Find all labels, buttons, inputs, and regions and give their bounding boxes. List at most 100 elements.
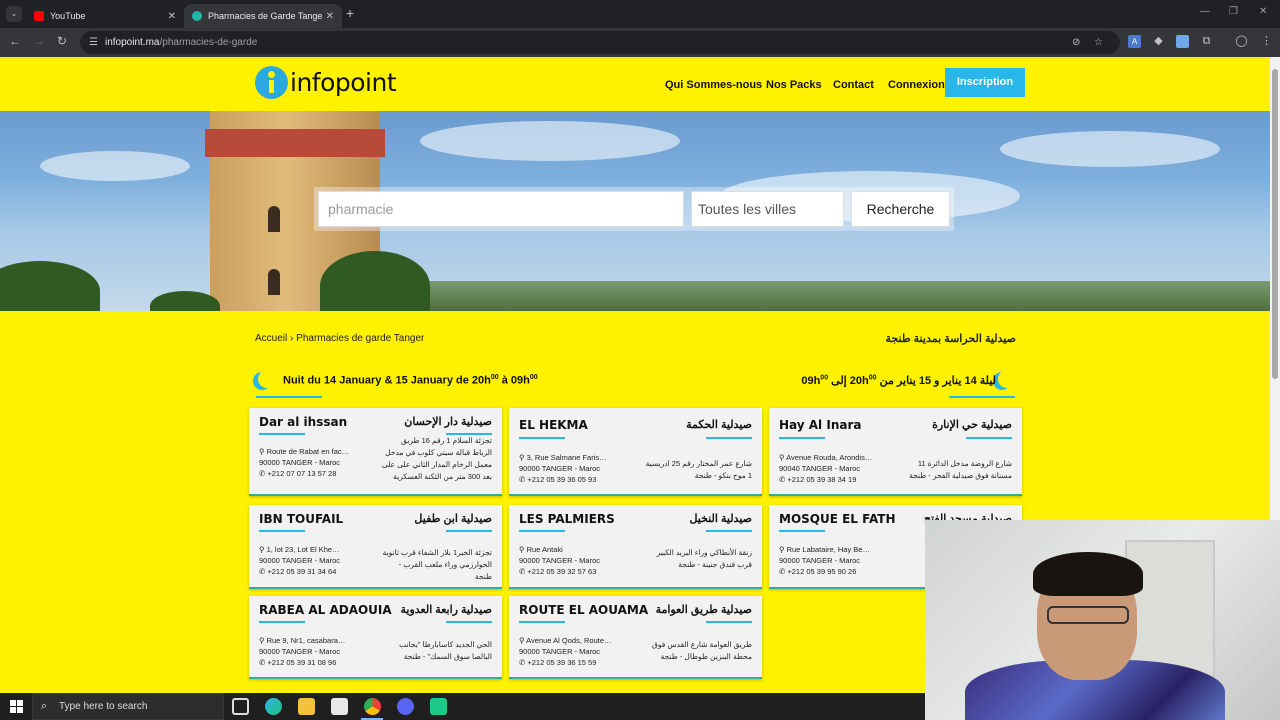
night-fr-sup: 00 (529, 374, 538, 381)
pharmacy-address: ⚲ 1, lot 23, Lot El Khe… 90000 TANGER - … (259, 544, 359, 577)
cloud-shape (420, 121, 680, 161)
address-line: 1, lot 23, Lot El Khe… (266, 545, 340, 554)
pharmacy-card[interactable]: IBN TOUFAIL صيدلية ابن طفيل ⚲ 1, lot 23,… (249, 505, 502, 589)
pharmacy-card[interactable]: ROUTE EL AOUAMA صيدلية طريق العوامة ⚲ Av… (509, 596, 762, 679)
card-bottom-border (249, 677, 502, 679)
pharmacy-card[interactable]: Hay Al Inara صيدلية حي الإنارة ⚲ Avenue … (769, 408, 1022, 496)
site-info-icon[interactable]: ☰ (89, 31, 98, 54)
bookmark-star-icon[interactable]: ☆ (1094, 31, 1103, 54)
pharmacy-address: ⚲ Rue Labataire, Hay Be… 90000 TANGER - … (779, 544, 879, 577)
close-window-icon[interactable]: ✕ (1259, 6, 1267, 17)
name-underline (259, 433, 305, 435)
nav-connexion[interactable]: Connexion (888, 79, 945, 91)
pharmacy-name-ar[interactable]: صيدلية دار الإحسان (404, 415, 492, 428)
pharmacy-name-ar[interactable]: صيدلية طريق العوامة (656, 603, 752, 616)
logo-text: infopoint (290, 67, 397, 97)
task-view-icon[interactable] (232, 698, 249, 715)
nav-nos-packs[interactable]: Nos Packs (766, 79, 822, 91)
profile-icon[interactable]: ◯ (1235, 35, 1248, 48)
nav-contact[interactable]: Contact (833, 79, 874, 91)
person-hair (1033, 552, 1143, 596)
pharmacy-card[interactable]: EL HEKMA صيدلية الحكمة ⚲ 3, Rue Salmane … (509, 408, 762, 496)
menu-kebab-icon[interactable]: ⋮ (1260, 35, 1273, 48)
city-select[interactable]: Toutes les villes (691, 191, 844, 227)
pharmacy-name-ar[interactable]: صيدلية ابن طفيل (414, 512, 492, 525)
phone-number[interactable]: +212 07 07 13 57 28 (267, 469, 336, 478)
close-tab-icon[interactable]: ✕ (326, 11, 334, 22)
pharmacy-name-fr[interactable]: ROUTE EL AOUAMA (519, 603, 648, 617)
tab-youtube[interactable]: YouTube ✕ (26, 4, 184, 28)
pharmacy-name-ar[interactable]: صيدلية الحكمة (686, 418, 752, 431)
scrollbar-thumb[interactable] (1272, 69, 1278, 379)
infopoint-logo[interactable]: infopoint (255, 64, 397, 100)
phone-number[interactable]: +212 05 39 95 90 26 (787, 567, 856, 576)
name-underline (706, 437, 752, 439)
nav-qui-sommes-nous[interactable]: Qui Sommes-nous (665, 79, 762, 91)
city-line: 90040 TANGER - Maroc (779, 464, 861, 473)
url-path: /pharmacies-de-garde (159, 37, 258, 48)
edge-browser-icon[interactable] (265, 698, 282, 715)
cloud-extension-icon[interactable] (1176, 35, 1189, 48)
address-line: Avenue Al Qods, Route… (526, 636, 612, 645)
pharmacy-name-fr[interactable]: Dar al ihssan (259, 415, 347, 429)
minimize-icon[interactable]: — (1200, 6, 1210, 17)
card-bottom-border (769, 494, 1022, 496)
pharmacy-name-fr[interactable]: LES PALMIERS (519, 512, 615, 526)
url-host: infopoint.ma (105, 37, 160, 48)
pharmacy-name-fr[interactable]: Hay Al Inara (779, 418, 861, 432)
search-button[interactable]: Recherche (851, 191, 950, 227)
pharmacy-name-ar[interactable]: صيدلية النخيل (689, 512, 752, 525)
pharmacy-card[interactable]: Dar al ihssan صيدلية دار الإحسان ⚲ Route… (249, 408, 502, 496)
pharmacy-address-ar: شارع عمر المختار رقم 25 ادريسية 1 موح بن… (645, 459, 752, 480)
pharmacy-name-fr[interactable]: RABEA AL ADAOUIA (259, 603, 392, 617)
phone-number[interactable]: +212 05 39 32 57 63 (527, 567, 596, 576)
location-pin-icon: ⚲ (259, 447, 267, 456)
app-icon[interactable] (430, 698, 447, 715)
windows-start-icon[interactable] (10, 700, 23, 713)
phone-number[interactable]: +212 05 39 36 15 59 (527, 658, 596, 667)
youtube-favicon-icon (34, 11, 44, 21)
pharmacy-search-input[interactable]: pharmacie (318, 191, 684, 227)
reload-icon[interactable]: ↻ (57, 34, 67, 48)
breadcrumb-home[interactable]: Accueil (255, 333, 287, 344)
tab-search-button[interactable]: ⌄ (6, 6, 22, 22)
phone-number[interactable]: +212 05 39 31 34 64 (267, 567, 336, 576)
phone-number[interactable]: +212 05 39 31 08 96 (267, 658, 336, 667)
tab-title: Pharmacies de Garde Tanger | In (208, 11, 322, 21)
taskbar-search-input[interactable]: ⌕ Type here to search (32, 693, 224, 720)
pharmacy-name-ar[interactable]: صيدلية حي الإنارة (932, 418, 1012, 431)
pharmacy-name-fr[interactable]: MOSQUE EL FATH (779, 512, 896, 526)
pharmacy-address-ar: شارع الروضة مدخل الدائرة 11 مسنانة فوق ص… (909, 459, 1012, 480)
forward-icon[interactable]: → (33, 34, 45, 48)
eye-blocked-icon[interactable]: ⊘ (1072, 31, 1080, 54)
card-bottom-border (509, 494, 762, 496)
file-explorer-icon[interactable] (298, 698, 315, 715)
pharmacy-card[interactable]: LES PALMIERS صيدلية النخيل ⚲ Rue Antaki … (509, 505, 762, 589)
card-bottom-border (509, 587, 762, 589)
store-icon[interactable] (331, 698, 348, 715)
phone-number[interactable]: +212 05 39 38 34 19 (787, 475, 856, 484)
page-scrollbar[interactable] (1270, 57, 1280, 520)
chrome-icon[interactable] (364, 698, 381, 715)
pharmacy-name-fr[interactable]: EL HEKMA (519, 418, 588, 432)
extensions-puzzle-icon[interactable]: ⧉ (1200, 35, 1213, 48)
translate-extension-icon[interactable]: A (1128, 35, 1141, 48)
close-tab-icon[interactable]: ✕ (168, 11, 176, 22)
back-icon[interactable]: ← (9, 34, 21, 48)
inscription-button[interactable]: Inscription (945, 68, 1025, 97)
pharmacy-card[interactable]: RABEA AL ADAOUIA صيدلية رابعة العدوية ⚲ … (249, 596, 502, 679)
phone-number[interactable]: +212 05 39 36 05 93 (527, 475, 596, 484)
diamond-extension-icon[interactable]: ◆ (1152, 35, 1165, 48)
address-bar[interactable]: ☰ infopoint.ma/pharmacies-de-garde ⊘ ☆ (80, 31, 1120, 54)
breadcrumb: Accueil › Pharmacies de garde Tanger (255, 333, 424, 344)
pharmacy-name-ar[interactable]: صيدلية رابعة العدوية (400, 603, 492, 616)
pharmacy-name-fr[interactable]: IBN TOUFAIL (259, 512, 343, 526)
address-line: Route de Rabat en fac… (266, 447, 350, 456)
restore-icon[interactable]: ❐ (1229, 6, 1238, 17)
new-tab-icon[interactable]: + (346, 5, 354, 21)
tab-pharmacies[interactable]: Pharmacies de Garde Tanger | In ✕ (184, 4, 342, 28)
cloud-shape (1000, 131, 1220, 167)
moon-icon (258, 370, 276, 388)
discord-icon[interactable] (397, 698, 414, 715)
infopoint-favicon-icon (192, 11, 202, 21)
